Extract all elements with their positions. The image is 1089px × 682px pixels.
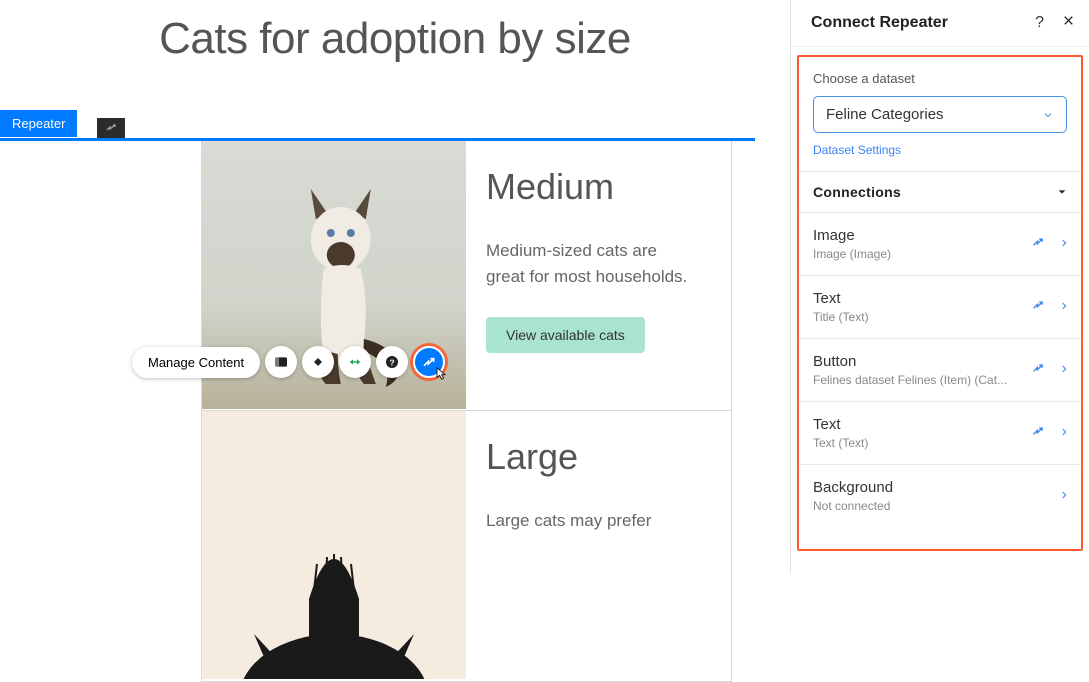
card-content: Large Large cats may prefer xyxy=(486,411,731,681)
dataset-select-value: Feline Categories xyxy=(826,106,944,123)
card-description[interactable]: Large cats may prefer xyxy=(486,508,696,534)
connection-label: Text xyxy=(813,290,1031,307)
card-heading[interactable]: Large xyxy=(486,436,721,478)
repeater-container[interactable]: Medium Medium-sized cats are great for m… xyxy=(201,141,732,682)
connection-label: Text xyxy=(813,416,1031,433)
chevron-right-icon xyxy=(1059,361,1069,379)
repeater-connect-data-icon[interactable] xyxy=(97,118,125,138)
connection-row-text-2[interactable]: Text Text (Text) xyxy=(799,402,1081,465)
connections-list: Image Image (Image) Text Title (Text) xyxy=(799,213,1081,527)
view-cats-button[interactable]: View available cats xyxy=(486,317,645,353)
card-description[interactable]: Medium-sized cats are great for most hou… xyxy=(486,238,696,289)
connection-label: Button xyxy=(813,353,1031,370)
link-icon xyxy=(1031,361,1045,380)
card-content: Medium Medium-sized cats are great for m… xyxy=(486,141,731,410)
help-icon[interactable]: ? xyxy=(376,346,408,378)
link-icon xyxy=(1031,235,1045,254)
layout-icon[interactable] xyxy=(265,346,297,378)
connections-header[interactable]: Connections xyxy=(799,172,1081,213)
chevron-right-icon xyxy=(1059,298,1069,316)
dataset-settings-link[interactable]: Dataset Settings xyxy=(813,143,901,157)
panel-body: Choose a dataset Feline Categories Datas… xyxy=(797,55,1083,551)
caret-down-icon xyxy=(1057,187,1067,197)
manage-content-button[interactable]: Manage Content xyxy=(132,347,260,378)
connection-row-text[interactable]: Text Title (Text) xyxy=(799,276,1081,339)
chevron-down-icon xyxy=(1042,109,1054,121)
connect-repeater-panel: Connect Repeater ? Choose a dataset Feli… xyxy=(790,0,1089,573)
stretch-icon[interactable] xyxy=(339,346,371,378)
page-title: Cats for adoption by size xyxy=(0,14,790,64)
card-image[interactable] xyxy=(202,411,466,679)
connection-sublabel: Title (Text) xyxy=(813,310,1008,324)
help-icon[interactable]: ? xyxy=(1035,14,1044,32)
panel-title: Connect Repeater xyxy=(811,14,948,32)
link-icon xyxy=(1031,298,1045,317)
dataset-section: Choose a dataset Feline Categories Datas… xyxy=(799,57,1081,172)
repeater-element-label[interactable]: Repeater xyxy=(0,110,77,137)
connections-header-label: Connections xyxy=(813,184,901,200)
panel-header: Connect Repeater ? xyxy=(791,0,1089,47)
dataset-select[interactable]: Feline Categories xyxy=(813,96,1067,133)
svg-text:?: ? xyxy=(389,357,394,367)
connection-sublabel: Image (Image) xyxy=(813,247,1008,261)
connection-sublabel: Felines dataset Felines (Item) (Cat... xyxy=(813,373,1008,387)
connect-data-icon[interactable] xyxy=(413,346,445,378)
card-heading[interactable]: Medium xyxy=(486,166,721,208)
connection-label: Background xyxy=(813,479,1059,496)
editor-canvas: Cats for adoption by size Repeater xyxy=(0,0,790,573)
connection-row-button[interactable]: Button Felines dataset Felines (Item) (C… xyxy=(799,339,1081,402)
element-toolbar: Manage Content ? xyxy=(132,346,445,378)
link-icon xyxy=(1031,424,1045,443)
close-icon[interactable] xyxy=(1062,14,1075,32)
connection-sublabel: Not connected xyxy=(813,499,1008,513)
chevron-right-icon xyxy=(1059,424,1069,442)
connection-row-image[interactable]: Image Image (Image) xyxy=(799,213,1081,276)
chevron-right-icon xyxy=(1059,487,1069,505)
repeater-item[interactable]: Large Large cats may prefer xyxy=(202,411,731,681)
connection-label: Image xyxy=(813,227,1031,244)
connection-row-background[interactable]: Background Not connected xyxy=(799,465,1081,527)
chevron-right-icon xyxy=(1059,235,1069,253)
dataset-label: Choose a dataset xyxy=(813,71,1067,86)
design-icon[interactable] xyxy=(302,346,334,378)
connection-sublabel: Text (Text) xyxy=(813,436,1008,450)
